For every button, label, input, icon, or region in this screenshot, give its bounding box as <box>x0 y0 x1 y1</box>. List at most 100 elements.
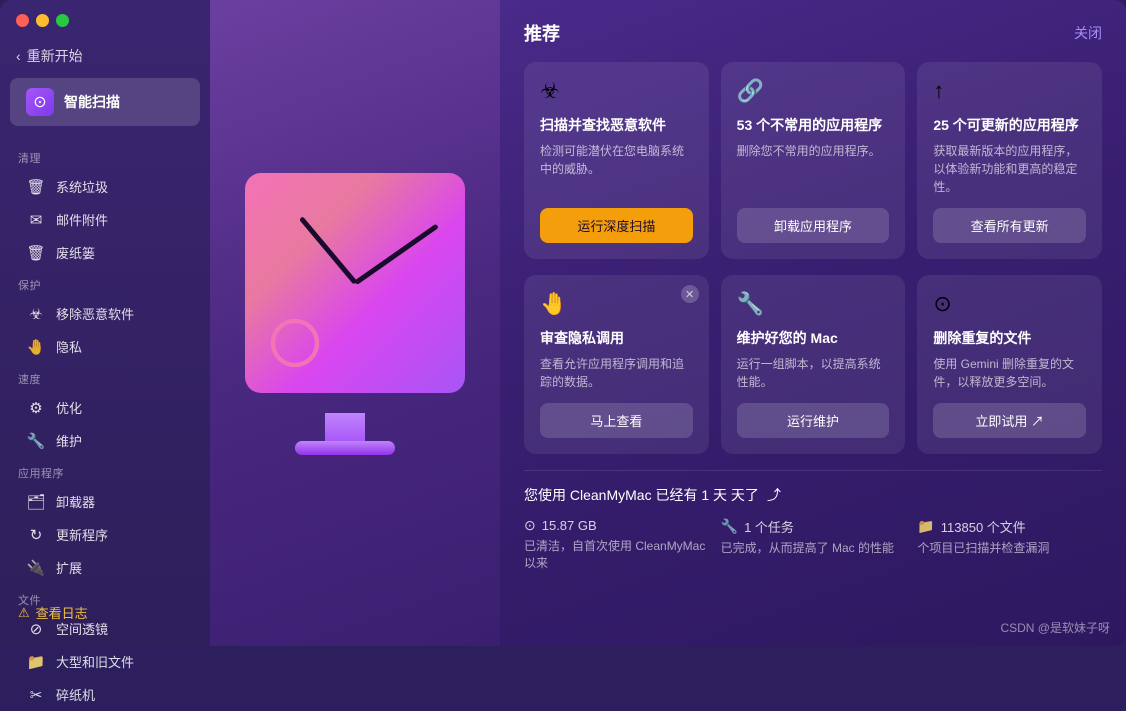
try-now-button[interactable]: 立即试用 ↗ <box>933 403 1086 438</box>
sidebar-item-shredder[interactable]: ✂ 碎纸机 <box>8 678 202 711</box>
uninstall-apps-button[interactable]: 卸载应用程序 <box>737 208 890 243</box>
maintain-card-icon: 🔧 <box>737 291 890 317</box>
card-remove-duplicates: ⊙ 删除重复的文件 使用 Gemini 删除重复的文件，以释放更多空间。 立即试… <box>917 275 1102 454</box>
stats-grid: ⊙ 15.87 GB 已清洁，自首次使用 CleanMyMac 以来 🔧 1 个… <box>524 517 1102 572</box>
card-malware-scan: ☣ 扫描并查找恶意软件 检测可能潜伏在您电脑系统中的威胁。 运行深度扫描 <box>524 62 709 259</box>
duplicates-card-title: 删除重复的文件 <box>933 329 1086 347</box>
check-now-button[interactable]: 马上查看 <box>540 403 693 438</box>
minimize-button[interactable] <box>36 14 49 27</box>
section-label-clean: 清理 <box>0 142 210 170</box>
back-button-label: 重新开始 <box>27 46 83 66</box>
sidebar-item-trash[interactable]: 🗑 系统垃圾 <box>8 170 202 203</box>
large-files-icon: 📁 <box>26 653 46 671</box>
sidebar-item-extensions[interactable]: 🔌 扩展 <box>8 551 202 584</box>
maintain-card-title: 维护好您的 Mac <box>737 329 890 347</box>
section-label-speed: 速度 <box>0 363 210 391</box>
files-icon: 📁 <box>917 518 934 535</box>
main-panel: 推荐 关闭 ☣ 扫描并查找恶意软件 检测可能潜伏在您电脑系统中的威胁。 运行深度… <box>500 0 1126 646</box>
clock-hand-1 <box>298 216 356 284</box>
sidebar-item-privacy[interactable]: 🤚 隐私 <box>8 330 202 363</box>
duplicates-card-icon: ⊙ <box>933 291 1086 317</box>
sidebar-item-mail[interactable]: ✉ 邮件附件 <box>8 203 202 236</box>
stat-storage-value: 15.87 GB <box>542 518 597 533</box>
stat-storage-desc: 已清洁，自首次使用 CleanMyMac 以来 <box>524 538 709 572</box>
sidebar-item-trash2[interactable]: 🗑 废纸篓 <box>8 236 202 269</box>
card-updatable-apps: ↑ 25 个可更新的应用程序 获取最新版本的应用程序，以体验新功能和更高的稳定性… <box>917 62 1102 259</box>
cards-row-2: ✕ 🤚 审查隐私调用 查看允许应用程序调用和追踪的数据。 马上查看 🔧 维护好您… <box>524 275 1102 454</box>
run-deep-scan-button[interactable]: 运行深度扫描 <box>540 208 693 243</box>
maintain-icon: 🔧 <box>26 432 46 450</box>
sidebar-item-smart-scan[interactable]: ⊙ 智能扫描 <box>10 78 200 126</box>
trash2-icon: 🗑 <box>26 244 46 262</box>
close-button[interactable]: 关闭 <box>1074 23 1102 43</box>
malware-icon: ☣ <box>26 305 46 323</box>
updatable-desc: 获取最新版本的应用程序，以体验新功能和更高的稳定性。 <box>933 142 1086 196</box>
back-button[interactable]: ‹ 重新开始 <box>0 40 210 72</box>
sidebar-item-label-uninstall: 卸载器 <box>56 492 95 511</box>
sidebar-item-label-maintain: 维护 <box>56 431 82 450</box>
updatable-title: 25 个可更新的应用程序 <box>933 116 1086 134</box>
log-label: 查看日志 <box>36 603 88 622</box>
stats-title: 您使用 CleanMyMac 已经有 1 天 天了 ⤴ <box>524 485 1102 505</box>
sidebar-item-label-optimize: 优化 <box>56 398 82 417</box>
sidebar-item-uninstall[interactable]: 🗂 卸载器 <box>8 485 202 518</box>
stat-storage-header: ⊙ 15.87 GB <box>524 517 709 534</box>
sidebar-item-large-files[interactable]: 📁 大型和旧文件 <box>8 645 202 678</box>
sidebar: ‹ 重新开始 ⊙ 智能扫描 清理 🗑 系统垃圾 ✉ 邮件附件 🗑 废纸篓 保护 … <box>0 0 210 646</box>
imac-base <box>295 441 395 455</box>
stat-tasks-desc: 已完成，从而提高了 Mac 的性能 <box>721 540 906 557</box>
stat-files-value: 113850 个文件 <box>941 517 1026 536</box>
shredder-icon: ✂ <box>26 686 46 704</box>
sidebar-item-label-trash: 系统垃圾 <box>56 177 108 196</box>
optimize-icon: ⚙ <box>26 399 46 417</box>
sidebar-item-label-trash2: 废纸篓 <box>56 243 95 262</box>
view-log-button[interactable]: ⚠ 查看日志 <box>0 595 210 630</box>
mail-icon: ✉ <box>26 211 46 229</box>
malware-card-desc: 检测可能潜伏在您电脑系统中的威胁。 <box>540 142 693 196</box>
warning-icon: ⚠ <box>18 605 30 621</box>
sidebar-item-update[interactable]: ↻ 更新程序 <box>8 518 202 551</box>
share-icon[interactable]: ⤴ <box>767 485 781 505</box>
cards-row-1: ☣ 扫描并查找恶意软件 检测可能潜伏在您电脑系统中的威胁。 运行深度扫描 🔗 5… <box>524 62 1102 259</box>
smart-scan-icon: ⊙ <box>26 88 54 116</box>
center-illustration <box>210 0 500 646</box>
sidebar-item-malware[interactable]: ☣ 移除恶意软件 <box>8 297 202 330</box>
sidebar-item-label-mail: 邮件附件 <box>56 210 108 229</box>
trash-icon: 🗑 <box>26 178 46 196</box>
close-button[interactable] <box>16 14 29 27</box>
malware-card-icon: ☣ <box>540 78 693 104</box>
clock-hand-2 <box>354 224 439 285</box>
sidebar-item-maintain[interactable]: 🔧 维护 <box>8 424 202 457</box>
maintain-card-desc: 运行一组脚本，以提高系统性能。 <box>737 355 890 391</box>
stat-files-desc: 个项目已扫描并检查漏洞 <box>917 540 1102 557</box>
updatable-icon: ↑ <box>933 78 1086 104</box>
sidebar-item-label-update: 更新程序 <box>56 525 108 544</box>
progress-arc <box>265 313 325 373</box>
imac-image <box>235 163 475 483</box>
stats-section: 您使用 CleanMyMac 已经有 1 天 天了 ⤴ ⊙ 15.87 GB 已… <box>524 470 1102 572</box>
stat-files-header: 📁 113850 个文件 <box>917 517 1102 536</box>
unused-apps-desc: 删除您不常用的应用程序。 <box>737 142 890 196</box>
main-header: 推荐 关闭 <box>524 20 1102 46</box>
view-all-updates-button[interactable]: 查看所有更新 <box>933 208 1086 243</box>
sidebar-item-label-extensions: 扩展 <box>56 558 82 577</box>
stat-tasks-header: 🔧 1 个任务 <box>721 517 906 536</box>
stat-files: 📁 113850 个文件 个项目已扫描并检查漏洞 <box>917 517 1102 572</box>
card-privacy-review: ✕ 🤚 审查隐私调用 查看允许应用程序调用和追踪的数据。 马上查看 <box>524 275 709 454</box>
sidebar-item-optimize[interactable]: ⚙ 优化 <box>8 391 202 424</box>
sidebar-item-label-malware: 移除恶意软件 <box>56 304 134 323</box>
imac-stand <box>325 413 365 443</box>
back-arrow-icon: ‹ <box>16 48 21 64</box>
extensions-icon: 🔌 <box>26 559 46 577</box>
malware-card-title: 扫描并查找恶意软件 <box>540 116 693 134</box>
run-maintenance-button[interactable]: 运行维护 <box>737 403 890 438</box>
stat-storage: ⊙ 15.87 GB 已清洁，自首次使用 CleanMyMac 以来 <box>524 517 709 572</box>
privacy-card-title: 审查隐私调用 <box>540 329 693 347</box>
card-close-icon[interactable]: ✕ <box>681 285 699 303</box>
maximize-button[interactable] <box>56 14 69 27</box>
privacy-icon: 🤚 <box>26 338 46 356</box>
privacy-card-desc: 查看允许应用程序调用和追踪的数据。 <box>540 355 693 391</box>
sidebar-item-label-large-files: 大型和旧文件 <box>56 652 134 671</box>
stat-tasks-value: 1 个任务 <box>744 517 794 536</box>
unused-apps-icon: 🔗 <box>737 78 890 104</box>
